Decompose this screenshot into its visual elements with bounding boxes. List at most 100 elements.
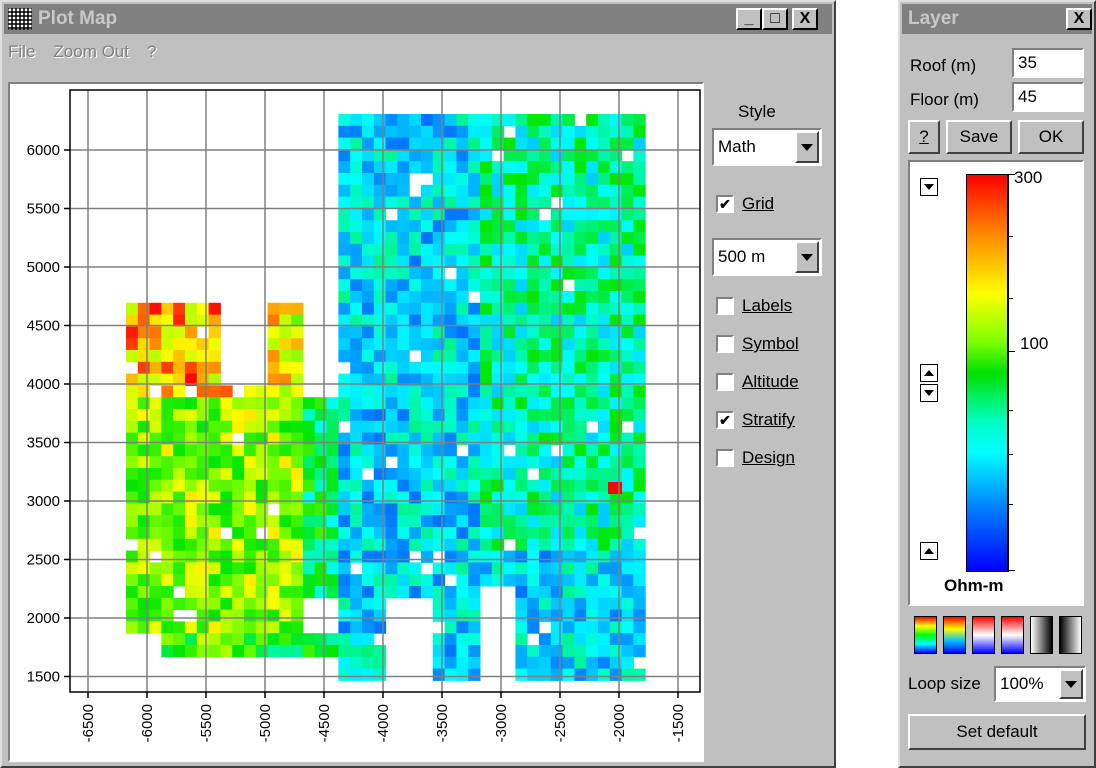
palette-rainbow-icon[interactable] — [914, 616, 937, 654]
chevron-down-icon[interactable] — [1059, 669, 1083, 699]
map-cell — [468, 350, 481, 363]
menu-help[interactable]: ? — [147, 42, 156, 62]
grid-check-box[interactable]: ✔ — [716, 195, 734, 213]
map-cell — [137, 491, 151, 504]
map-cell — [255, 538, 269, 552]
check-box[interactable]: ✔ — [716, 411, 734, 429]
map-cell — [350, 385, 363, 398]
map-cell — [598, 326, 611, 339]
map-cell — [609, 645, 623, 658]
map-cell — [373, 137, 387, 150]
roof-input[interactable]: 35 — [1012, 48, 1084, 78]
check-box[interactable] — [716, 373, 734, 391]
help-button[interactable]: ? — [908, 120, 940, 154]
map-cell — [515, 468, 528, 481]
map-cell — [527, 562, 540, 575]
map-cell — [586, 302, 599, 316]
map-cell — [161, 326, 174, 339]
map-cell — [621, 515, 634, 528]
map-cell — [362, 527, 375, 540]
map-cell — [326, 397, 339, 410]
map-cell — [468, 668, 481, 681]
maximize-button[interactable]: □ — [762, 8, 788, 30]
loop-size-select[interactable]: 100% — [994, 666, 1086, 702]
map-cell — [161, 597, 174, 611]
style-select[interactable]: Math — [712, 128, 822, 166]
map-cell — [539, 385, 552, 398]
map-cell — [267, 456, 280, 469]
option-symbol-checkbox[interactable]: Symbol — [716, 334, 799, 354]
map-cell — [468, 574, 481, 587]
ok-button[interactable]: OK — [1018, 120, 1084, 154]
map-cell — [491, 161, 505, 174]
map-cell — [362, 350, 375, 363]
map-cell — [444, 361, 457, 375]
palette-gray-alt-icon[interactable] — [1059, 616, 1082, 654]
minimize-button[interactable]: _ — [736, 8, 762, 30]
close-button[interactable]: X — [1066, 8, 1092, 30]
map-cell — [267, 350, 280, 363]
map-cell — [432, 645, 446, 658]
map-cell — [539, 255, 552, 268]
map-cell — [409, 220, 422, 233]
max-down-button[interactable] — [920, 178, 938, 196]
map-cell — [362, 609, 375, 622]
min-up-button[interactable] — [920, 542, 938, 560]
map-cell — [196, 597, 210, 611]
grid-checkbox[interactable]: ✔ Grid — [716, 194, 774, 214]
map-cell — [267, 444, 280, 457]
resistivity-map[interactable]: 6000550050004500400035003000250020001500… — [10, 84, 702, 760]
map-cell — [621, 479, 634, 493]
grid-spacing-select[interactable]: 500 m — [712, 238, 822, 276]
map-cell — [586, 196, 599, 209]
option-stratify-checkbox[interactable]: ✔ Stratify — [716, 410, 795, 430]
check-box[interactable] — [716, 297, 734, 315]
palette-red-white-icon[interactable] — [972, 616, 995, 654]
map-cell — [515, 173, 528, 186]
map-cell — [208, 350, 221, 363]
map-cell — [173, 397, 186, 410]
map-cell — [621, 456, 634, 469]
map-plot-area[interactable]: 6000 5500 5000 4500 4000 3500 3000 2500 2000 1500… — [8, 82, 704, 762]
plot-map-titlebar[interactable]: Plot Map _ □ X — [4, 4, 832, 34]
palette-rainbow-alt-icon[interactable] — [943, 616, 966, 654]
check-box[interactable] — [716, 449, 734, 467]
map-cell — [373, 184, 387, 198]
floor-input[interactable]: 45 — [1012, 82, 1084, 112]
map-cell — [137, 609, 151, 622]
map-cell — [468, 633, 481, 646]
map-cell — [373, 338, 387, 351]
save-button[interactable]: Save — [946, 120, 1012, 154]
palette-blue-white-icon[interactable] — [1001, 616, 1024, 654]
menu-zoom-out[interactable]: Zoom Out — [53, 42, 129, 62]
map-cell — [562, 350, 575, 363]
map-cell — [397, 385, 410, 398]
map-cell — [491, 574, 505, 587]
layer-titlebar[interactable]: Layer X — [902, 4, 1092, 34]
option-labels-checkbox[interactable]: Labels — [716, 296, 792, 316]
menu-file[interactable]: File — [8, 42, 35, 62]
map-cell — [444, 468, 457, 481]
anomaly-cell — [608, 482, 622, 494]
palette-gray-icon[interactable] — [1030, 616, 1053, 654]
mid-down-button[interactable] — [920, 384, 938, 402]
option-design-checkbox[interactable]: Design — [716, 448, 795, 468]
map-cell — [515, 633, 528, 646]
close-button[interactable]: X — [792, 8, 818, 30]
map-cell — [503, 503, 516, 516]
map-cell — [196, 503, 210, 516]
option-altitude-checkbox[interactable]: Altitude — [716, 372, 799, 392]
mid-up-button[interactable] — [920, 364, 938, 382]
map-cell — [562, 232, 575, 245]
map-cell — [279, 338, 292, 351]
chevron-down-icon[interactable] — [795, 131, 819, 163]
map-cell — [550, 255, 564, 268]
check-box[interactable] — [716, 335, 734, 353]
map-cell — [161, 456, 174, 469]
map-cell — [409, 515, 422, 528]
chevron-down-icon[interactable] — [795, 241, 819, 273]
set-default-button[interactable]: Set default — [908, 714, 1086, 750]
map-cell — [444, 503, 457, 516]
map-cell — [173, 597, 186, 611]
map-cell — [409, 243, 422, 257]
